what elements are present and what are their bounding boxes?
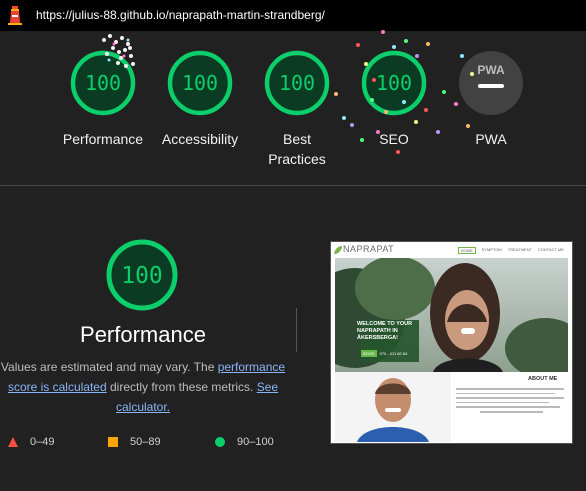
- score-gauges: 100 Performance 100 Accessibility 100 Be…: [0, 31, 586, 186]
- pwa-badge-text: PWA: [477, 63, 505, 77]
- page-url-link[interactable]: https://julius-88.github.io/naprapath-ma…: [36, 8, 325, 22]
- gauge-score: 100: [85, 71, 121, 95]
- thumb-book-button: BOOK: [361, 350, 377, 357]
- page-screenshot-thumbnail[interactable]: NAPRAPAT HOME SYMPTOM TREATMENT CONTACT …: [330, 241, 573, 444]
- performance-description: Values are estimated and may vary. The p…: [0, 357, 286, 417]
- performance-score: 100: [121, 263, 163, 289]
- gauge-score: 100: [279, 71, 315, 95]
- thumb-navbar: NAPRAPAT HOME SYMPTOM TREATMENT CONTACT …: [331, 242, 572, 258]
- gauge-label: Performance: [62, 131, 144, 147]
- gauge-best-practices[interactable]: 100 Best Practices: [242, 48, 352, 169]
- gauge-label: PWA: [475, 131, 507, 147]
- triangle-icon: [8, 437, 18, 447]
- thumb-nav-item: CONTACT ME: [537, 247, 564, 252]
- legend-pass: 90–100: [215, 436, 274, 448]
- thumb-nav-item: HOME: [457, 247, 476, 254]
- legend-range: 0–49: [30, 436, 55, 448]
- gauge-pwa[interactable]: PWA PWA: [436, 48, 546, 149]
- desc-text: Values are estimated and may vary. The: [0, 360, 218, 374]
- legend-fail: 0–49: [8, 436, 54, 448]
- legend-range: 50–89: [130, 436, 161, 448]
- performance-big-gauge: 100: [106, 239, 178, 311]
- gauge-label: Accessibility: [161, 131, 239, 147]
- gauge-score: 100: [376, 71, 412, 95]
- legend-range: 90–100: [237, 436, 274, 448]
- portrait-image: [335, 372, 451, 442]
- square-icon: [108, 437, 118, 447]
- vertical-divider: [296, 308, 297, 352]
- thumb-nav-item: TREATMENT: [507, 247, 532, 252]
- gauge-ring: 100: [361, 50, 427, 116]
- thumb-nav-items: HOME SYMPTOM TREATMENT CONTACT ME: [457, 247, 564, 254]
- thumb-about-text: [456, 388, 564, 416]
- thumb-logo-text: NAPRAPAT: [343, 244, 395, 254]
- gauge-seo[interactable]: 100 SEO: [339, 48, 449, 149]
- thumb-nav-item: SYMPTOM: [481, 247, 502, 252]
- url-bar: https://julius-88.github.io/naprapath-ma…: [0, 0, 586, 31]
- thumb-phone: 070 - 411 60 84: [379, 351, 408, 356]
- thumb-about-title: ABOUT ME: [528, 376, 558, 382]
- performance-title: Performance: [80, 322, 206, 347]
- desc-text: directly from these metrics.: [106, 380, 257, 394]
- hero-title: WELCOME TO YOUR NAPRAPATH IN ÅKERSBERGA!: [357, 321, 413, 341]
- lighthouse-icon: [8, 6, 22, 25]
- hero-cta: BOOK 070 - 411 60 84: [361, 350, 408, 357]
- circle-icon: [215, 437, 225, 447]
- leaf-logo-icon: [334, 246, 342, 254]
- gauge-score: 100: [182, 71, 218, 95]
- gauge-performance[interactable]: 100 Performance: [48, 48, 158, 149]
- gauge-ring: 100: [264, 50, 330, 116]
- gauge-label: Best Practices: [268, 131, 326, 167]
- gauge-label: SEO: [379, 131, 409, 147]
- gauge-accessibility[interactable]: 100 Accessibility: [145, 48, 255, 149]
- pwa-badge-icon: PWA: [459, 51, 523, 115]
- gauge-ring: 100: [167, 50, 233, 116]
- gauge-ring: 100: [70, 50, 136, 116]
- legend-average: 50–89: [108, 436, 161, 448]
- section-divider: [0, 185, 586, 186]
